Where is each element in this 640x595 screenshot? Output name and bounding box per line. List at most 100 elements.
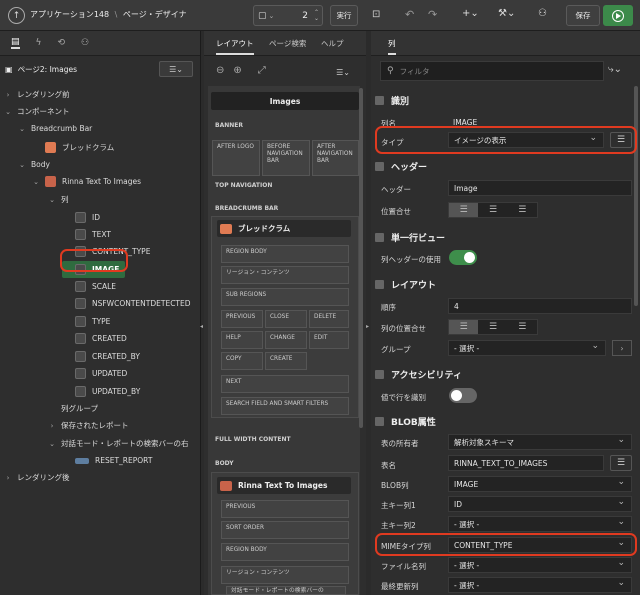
utilities-icon[interactable]: ⚒⌄: [498, 8, 515, 19]
redo-icon[interactable]: ↷: [428, 8, 437, 21]
tree-item[interactable]: ⌄ Rinna Text To Images: [32, 173, 141, 190]
stepper-icon[interactable]: ⌃ ⌄: [314, 9, 319, 22]
create-slot[interactable]: CREATE: [265, 352, 307, 370]
zoom-out-icon[interactable]: ⊖: [216, 65, 224, 76]
tree-menu-button[interactable]: ☰⌄: [159, 61, 193, 77]
tree-item[interactable]: ブレッドクラム: [32, 139, 114, 156]
list-icon[interactable]: ☰: [610, 455, 632, 471]
align-left-icon[interactable]: ☰: [449, 320, 479, 334]
tree-item[interactable]: NSFWCONTENTDETECTED: [62, 295, 191, 312]
tree-item[interactable]: ID: [62, 209, 100, 226]
run-button[interactable]: 実行: [330, 5, 358, 26]
chevron-down-icon[interactable]: ⌄: [32, 178, 40, 186]
section-identification[interactable]: 識別: [375, 91, 633, 109]
section-heading[interactable]: ヘッダー: [375, 157, 633, 175]
tree-item[interactable]: ⌄ Breadcrumb Bar: [18, 120, 92, 137]
body-region-content-slot[interactable]: リージョン・コンテンツ: [221, 566, 349, 584]
align-right-icon[interactable]: ☰: [508, 320, 537, 334]
before-nav-slot[interactable]: BEFORE NAVIGATION BAR: [262, 140, 310, 176]
sequence-input[interactable]: 4: [448, 298, 632, 314]
layout-menu-button[interactable]: ☰⌄: [326, 64, 360, 80]
use-column-heading-toggle[interactable]: [449, 250, 477, 265]
section-accessibility[interactable]: アクセシビリティ: [375, 365, 633, 383]
tree-item[interactable]: UPDATED_BY: [62, 383, 140, 400]
breadcrumb-region-header[interactable]: ブレッドクラム: [217, 220, 351, 237]
tree-item[interactable]: UPDATED: [62, 365, 127, 382]
sort-order-slot[interactable]: SORT ORDER: [221, 521, 349, 539]
save-button[interactable]: 保存: [566, 5, 600, 26]
after-logo-slot[interactable]: AFTER LOGO: [212, 140, 260, 176]
tab-column[interactable]: 列: [388, 38, 396, 55]
next-slot[interactable]: NEXT: [221, 375, 349, 393]
region-body-slot[interactable]: REGION BODY: [221, 245, 349, 263]
after-nav-slot[interactable]: AFTER NAVIGATION BAR: [312, 140, 359, 176]
chevron-right-icon[interactable]: ›: [612, 340, 632, 356]
filename-column-select[interactable]: - 選択 -: [448, 557, 632, 573]
processing-tab-icon[interactable]: ⟲: [57, 38, 65, 48]
body-region-body-slot[interactable]: REGION BODY: [221, 543, 349, 561]
tree-item[interactable]: CREATED_BY: [62, 348, 140, 365]
tree-item[interactable]: TYPE: [62, 313, 110, 330]
app-title-link[interactable]: アプリケーション148: [30, 10, 109, 19]
close-slot[interactable]: CLOSE: [265, 310, 307, 328]
body-previous-slot[interactable]: PREVIOUS: [221, 500, 349, 518]
primary-key-2-select[interactable]: - 選択 -: [448, 516, 632, 532]
tree-item[interactable]: ⌄ Body: [18, 156, 50, 173]
tree-item[interactable]: › レンダリング後: [4, 469, 70, 486]
report-region-header[interactable]: Rinna Text To Images: [217, 477, 351, 494]
middle-scrollbar[interactable]: [359, 88, 363, 428]
splitter-handle-right[interactable]: ▸: [366, 323, 369, 330]
chevron-down-icon[interactable]: ⌄: [4, 108, 12, 116]
align-right-icon[interactable]: ☰: [508, 203, 537, 217]
lock-icon[interactable]: ⊡: [372, 9, 380, 20]
edit-slot[interactable]: EDIT: [309, 331, 349, 349]
chevron-down-icon[interactable]: ⌄: [48, 440, 56, 448]
change-slot[interactable]: CHANGE: [265, 331, 307, 349]
delete-slot[interactable]: DELETE: [309, 310, 349, 328]
tree-item[interactable]: ⌄ コンポーネント: [4, 103, 69, 120]
tree-item[interactable]: RESET_REPORT: [62, 452, 152, 469]
chevron-down-icon[interactable]: ⌄: [18, 161, 26, 169]
search-field-slot[interactable]: SEARCH FIELD AND SMART FILTERS: [221, 397, 349, 415]
page-number-input[interactable]: 2: [302, 11, 308, 21]
value-identifies-row-toggle[interactable]: [449, 388, 477, 403]
help-slot[interactable]: HELP: [221, 331, 263, 349]
tree-item[interactable]: CREATED: [62, 330, 127, 347]
heading-input[interactable]: Image: [448, 180, 632, 196]
table-name-input[interactable]: RINNA_TEXT_TO_IMAGES: [448, 455, 604, 471]
section-single-row-view[interactable]: 単一行ビュー: [375, 228, 633, 246]
dynamic-actions-tab-icon[interactable]: ϟ: [36, 38, 42, 48]
tree-item[interactable]: ⌄ 列: [48, 191, 68, 208]
align-left-icon[interactable]: ☰: [449, 203, 479, 217]
table-owner-select[interactable]: 解析対象スキーマ: [448, 434, 632, 450]
tab-layout[interactable]: レイアウト: [216, 38, 254, 55]
tree-item[interactable]: TEXT: [62, 226, 111, 243]
expand-icon[interactable]: ⤢: [258, 65, 266, 76]
sub-regions-slot[interactable]: SUB REGIONS: [221, 288, 349, 306]
copy-slot[interactable]: COPY: [221, 352, 263, 370]
align-center-icon[interactable]: ☰: [478, 320, 507, 334]
primary-key-1-select[interactable]: ID: [448, 496, 632, 512]
shared-components-icon[interactable]: ⚇: [538, 8, 547, 19]
section-layout[interactable]: レイアウト: [375, 275, 633, 293]
undo-icon[interactable]: ↶: [405, 8, 414, 21]
tree-item[interactable]: › レンダリング前: [4, 86, 70, 103]
group-select[interactable]: - 選択 -: [448, 340, 606, 356]
right-scrollbar[interactable]: [634, 86, 638, 306]
go-to-group-icon[interactable]: ⤷⌄: [608, 64, 622, 75]
page-header[interactable]: Images: [211, 92, 359, 110]
tree-item[interactable]: ⌄ 対話モード・レポートの検索バーの右: [48, 435, 188, 452]
rendering-tab-icon[interactable]: ▤: [11, 37, 20, 49]
chevron-down-icon[interactable]: ⌄: [48, 196, 56, 204]
align-center-icon[interactable]: ☰: [478, 203, 507, 217]
page-selector[interactable]: ▢ ⌄ 2 ⌃ ⌄: [253, 5, 323, 26]
region-content-slot[interactable]: リージョン・コンテンツ: [221, 266, 349, 284]
up-arrow-icon[interactable]: ↑: [8, 7, 25, 24]
chevron-right-icon[interactable]: ›: [4, 474, 12, 482]
section-blob-attributes[interactable]: BLOB属性: [375, 412, 633, 430]
zoom-in-icon[interactable]: ⊕: [233, 65, 241, 76]
tab-page-search[interactable]: ページ検索: [269, 38, 306, 49]
blob-column-select[interactable]: IMAGE: [448, 476, 632, 492]
chevron-right-icon[interactable]: ›: [48, 422, 56, 430]
chevron-right-icon[interactable]: ›: [4, 91, 12, 99]
